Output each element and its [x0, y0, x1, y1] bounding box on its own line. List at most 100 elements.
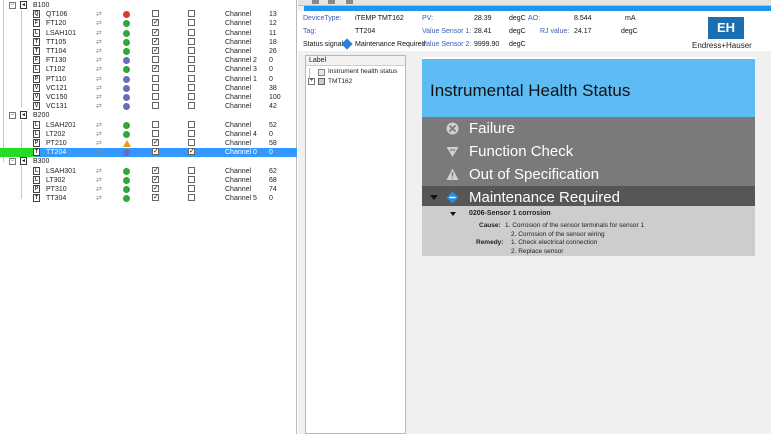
channel-value: 0: [269, 66, 273, 74]
checkbox[interactable]: [152, 83, 159, 91]
checkbox[interactable]: ✓: [152, 166, 159, 174]
checkbox[interactable]: [152, 93, 159, 100]
tree-device-row[interactable]: F FT130 ⇄ Channel 2 0: [0, 56, 297, 65]
collapse-arrow-icon[interactable]: [430, 195, 438, 200]
channel-label: Channel: [225, 38, 252, 46]
toolbar-button[interactable]: [328, 0, 335, 4]
checkbox[interactable]: ✓: [152, 65, 159, 73]
checkbox[interactable]: [188, 120, 195, 128]
checkbox[interactable]: [188, 37, 195, 45]
category-failure[interactable]: Failure: [422, 117, 755, 140]
tree-device-row[interactable]: P PT110 ⇄ Channel 1 0: [0, 74, 297, 84]
category-label: Failure: [469, 120, 515, 137]
checkbox[interactable]: ✓: [188, 148, 195, 156]
channel-value: 26: [269, 48, 277, 55]
link-icon: ⇄: [96, 121, 102, 129]
link-icon: ⇄: [96, 167, 102, 175]
expand-toggle[interactable]: +: [308, 78, 315, 85]
tree-group-row[interactable]: − ◄ B300: [0, 157, 297, 166]
tree-device-row[interactable]: L LT102 ⇄ ✓ Channel 3 0: [0, 65, 297, 74]
tree-device-row[interactable]: T TT204 ⇄ ✓ ✓ Channel 0 0: [0, 148, 297, 158]
device-type-icon: T: [33, 37, 40, 46]
checkbox[interactable]: [188, 175, 195, 183]
channel-label: Channel: [225, 94, 252, 101]
checkbox[interactable]: ✓: [152, 185, 159, 192]
category-function-check[interactable]: Function Check: [422, 140, 755, 163]
tree-group-row[interactable]: − ◄ B200: [0, 111, 297, 120]
tree-device-row[interactable]: L LSAH301 ⇄ ✓ Channel 62: [0, 166, 297, 176]
checkbox[interactable]: [188, 139, 195, 146]
tree-device-row[interactable]: L LSAH201 ⇄ Channel 52: [0, 120, 297, 130]
ok-status-icon: [123, 121, 130, 129]
ao-label: AO:: [528, 15, 541, 22]
device-tag: LT302: [46, 176, 66, 184]
tree-device-row[interactable]: L LSAH101 ⇄ ✓ Channel 11: [0, 28, 297, 38]
tree-device-row[interactable]: V VC121 ⇄ Channel 38: [0, 83, 297, 93]
checkbox[interactable]: [188, 194, 195, 202]
checkbox[interactable]: [188, 74, 195, 82]
value-sensor-1-value: 28.41: [474, 28, 492, 35]
checkbox[interactable]: [188, 19, 195, 27]
checkbox[interactable]: [152, 102, 159, 110]
checkbox[interactable]: [188, 166, 195, 174]
link-icon: ⇄: [96, 140, 102, 147]
checkbox[interactable]: [188, 47, 195, 54]
health-status-panel: Instrumental Health Status Failure Funct…: [422, 57, 755, 256]
category-out-of-specification[interactable]: Out of Specification: [422, 163, 755, 186]
tree-item-tmt162[interactable]: TMT162: [328, 78, 352, 85]
toolbar-button[interactable]: [312, 0, 319, 4]
checkbox[interactable]: ✓: [152, 19, 159, 27]
tree-device-row[interactable]: V VC131 ⇄ Channel 42: [0, 102, 297, 111]
tree-group-row[interactable]: − ◄ B100: [0, 1, 297, 10]
device-type-icon: T: [33, 47, 40, 55]
tree-device-row[interactable]: Q QT106 ⇄ Channel 13: [0, 10, 297, 19]
ao-unit: mA: [625, 15, 636, 22]
category-label: Function Check: [469, 143, 574, 160]
tree-device-row[interactable]: L LT202 ⇄ Channel 4 0: [0, 129, 297, 139]
collapse-toggle[interactable]: −: [9, 158, 16, 166]
toolbar-button[interactable]: [346, 0, 353, 4]
channel-value: 0: [269, 57, 273, 65]
tree-device-row[interactable]: P PT210 ⇄ ✓ Channel 58: [0, 139, 297, 148]
checkbox[interactable]: [188, 83, 195, 91]
checkbox[interactable]: [188, 129, 195, 137]
device-type-icon: L: [33, 65, 40, 74]
health-categories: Failure Function Check Out of Specificat…: [422, 117, 755, 210]
tree-device-row[interactable]: T TT304 ⇄ ✓ Channel 5 0: [0, 194, 297, 203]
checkbox[interactable]: [188, 56, 195, 64]
checkbox[interactable]: [188, 185, 195, 192]
checkbox[interactable]: [188, 28, 195, 36]
tree-device-row[interactable]: T TT104 ⇄ ✓ Channel 26: [0, 47, 297, 56]
checkbox[interactable]: [152, 56, 159, 64]
collapse-toggle[interactable]: −: [9, 112, 16, 120]
checkbox[interactable]: [152, 120, 159, 128]
tree-device-row[interactable]: F FT120 ⇄ ✓ Channel 12: [0, 19, 297, 28]
device-tag: VC150: [46, 94, 68, 101]
checkbox[interactable]: ✓: [152, 175, 159, 183]
checkbox[interactable]: ✓: [152, 37, 159, 45]
checkbox[interactable]: [188, 93, 195, 100]
tree-device-row[interactable]: L LT302 ⇄ ✓ Channel 68: [0, 175, 297, 185]
channel-label: Channel 3: [225, 66, 257, 74]
collapse-arrow-icon[interactable]: [450, 212, 456, 216]
device-tag: PT210: [46, 140, 67, 147]
device-detail-panel: DeviceType: iTEMP TMT162 Tag: TT204 Stat…: [298, 0, 771, 434]
tree-device-row[interactable]: T TT105 ⇄ ✓ Channel 18: [0, 37, 297, 47]
tree-item-instrument-health[interactable]: Instrument health status: [328, 68, 397, 75]
channel-label: Channel: [225, 20, 252, 28]
checkbox[interactable]: [188, 10, 195, 18]
tree-device-row[interactable]: V VC150 ⇄ Channel 100: [0, 93, 297, 102]
checkbox[interactable]: [152, 129, 159, 137]
checkbox[interactable]: ✓: [152, 139, 159, 146]
collapse-toggle[interactable]: −: [9, 2, 16, 9]
checkbox[interactable]: [152, 10, 159, 18]
checkbox[interactable]: [152, 74, 159, 82]
checkbox[interactable]: ✓: [152, 47, 159, 54]
device-icon: [318, 78, 325, 85]
checkbox[interactable]: ✓: [152, 194, 159, 202]
checkbox[interactable]: ✓: [152, 148, 159, 156]
tree-device-row[interactable]: P PT310 ⇄ ✓ Channel 74: [0, 185, 297, 194]
checkbox[interactable]: [188, 102, 195, 110]
checkbox[interactable]: ✓: [152, 28, 159, 36]
checkbox[interactable]: [188, 65, 195, 73]
